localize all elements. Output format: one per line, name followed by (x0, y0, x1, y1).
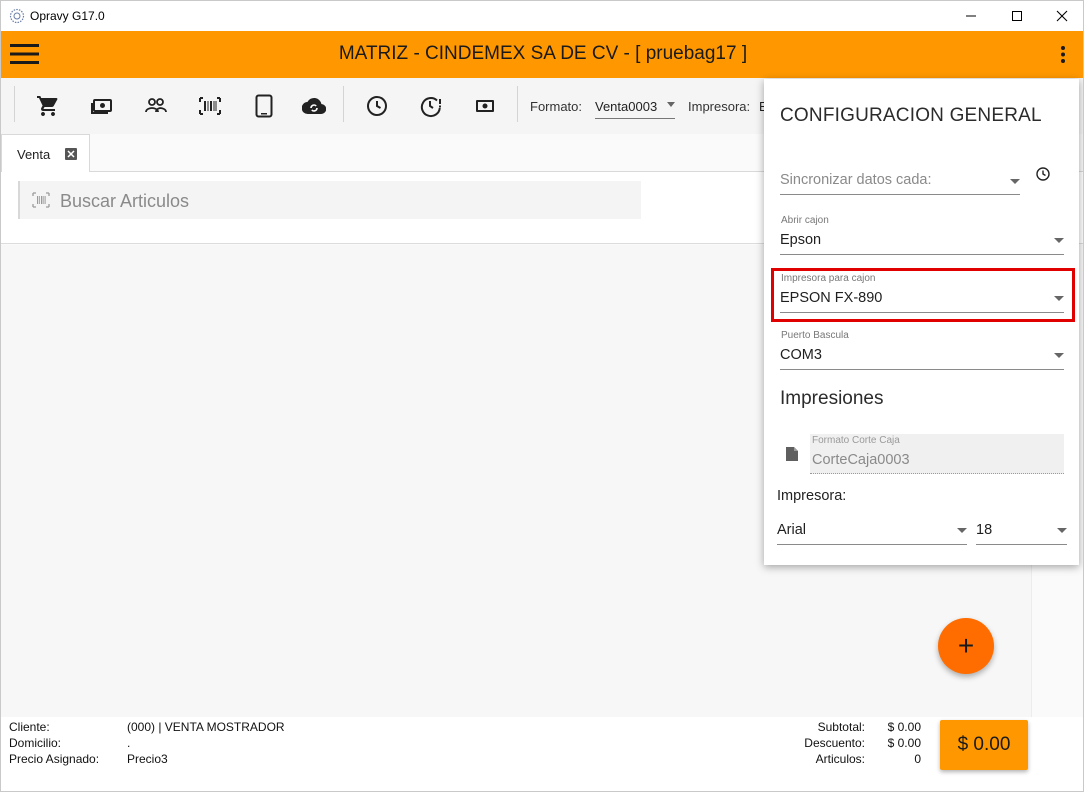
plus-icon: + (957, 630, 975, 661)
toolbar-divider (343, 86, 344, 122)
add-item-button[interactable]: + (938, 618, 994, 674)
document-icon (786, 447, 798, 461)
close-icon (1056, 10, 1068, 22)
maximize-button[interactable] (994, 1, 1040, 31)
chevron-down-icon (957, 528, 967, 533)
cloud-sync-button[interactable] (301, 94, 327, 118)
precio-value: Precio3 (127, 752, 168, 766)
chevron-down-icon (667, 102, 675, 107)
pending-button[interactable] (419, 94, 443, 118)
tab-label: Venta (17, 147, 51, 162)
formato-label: Formato: (530, 99, 583, 114)
money-button[interactable] (473, 94, 497, 118)
search-input[interactable] (60, 190, 620, 212)
search-box[interactable] (18, 181, 641, 219)
cloud-sync-icon (301, 97, 327, 115)
cart-icon (37, 96, 58, 116)
clock-alert-icon (420, 97, 441, 117)
impresora-label: Impresora: (688, 99, 751, 114)
toolbar-divider (517, 86, 518, 122)
barcode-button[interactable] (198, 94, 222, 118)
barcode-icon (199, 97, 221, 115)
close-tab-icon[interactable] (65, 148, 77, 160)
sync-interval-select[interactable]: Sincronizar datos cada: (780, 167, 1020, 195)
maximize-icon (1012, 11, 1022, 21)
chevron-down-icon (1054, 353, 1064, 358)
articulos-label: Articulos: (815, 752, 865, 766)
app-window: Opravy G17.0 MATRIZ - CINDEMEX SA DE CV … (0, 0, 1084, 792)
cash-icon (91, 99, 112, 114)
formato-corte-value: CorteCaja0003 (812, 452, 910, 468)
descuento-value: $ 0.00 (887, 736, 921, 750)
minimize-icon (966, 15, 976, 17)
impresiones-title: Impresiones (780, 388, 884, 409)
cash-register-button[interactable] (90, 94, 114, 118)
clock-icon (367, 96, 387, 116)
impresora-label: Impresora: (777, 488, 847, 504)
history-button[interactable] (365, 94, 389, 118)
font-size-select[interactable]: 18 (976, 519, 1067, 545)
toolbar-divider (14, 86, 15, 122)
font-family-value: Arial (777, 522, 807, 538)
subtotal-label: Subtotal: (817, 720, 865, 734)
tablet-button[interactable] (252, 94, 276, 118)
abrir-cajon-value: Epson (780, 232, 822, 248)
articulos-value: 0 (914, 752, 921, 766)
subtotal-value: $ 0.00 (887, 720, 921, 734)
window-title: Opravy G17.0 (30, 9, 105, 23)
puerto-bascula-select[interactable]: Puerto Bascula COM3 (780, 330, 1064, 370)
minimize-button[interactable] (948, 1, 994, 31)
customers-button[interactable] (144, 94, 168, 118)
clock-icon[interactable] (1035, 166, 1051, 182)
more-vert-icon[interactable] (1054, 43, 1072, 67)
app-logo-icon (9, 8, 25, 24)
font-family-select[interactable]: Arial (777, 519, 967, 545)
chevron-down-icon (1057, 528, 1067, 533)
chevron-down-icon (1054, 238, 1064, 243)
cliente-label: Cliente: (9, 720, 50, 734)
formato-value: Venta0003 (595, 99, 658, 114)
domicilio-label: Domicilio: (9, 736, 62, 750)
close-button[interactable] (1039, 1, 1083, 31)
formato-select[interactable]: Venta0003 (595, 97, 675, 119)
app-bar: MATRIZ - CINDEMEX SA DE CV - [ pruebag17… (1, 31, 1083, 78)
puerto-bascula-label: Puerto Bascula (781, 330, 849, 341)
domicilio-value: . (127, 736, 131, 750)
chevron-down-icon (1010, 179, 1020, 184)
formato-corte-label: Formato Corte Caja (812, 435, 900, 446)
cart-button[interactable] (36, 94, 60, 118)
tablet-icon (255, 94, 273, 118)
sale-footer: Cliente: (000) | VENTA MOSTRADOR Domicil… (1, 717, 1083, 791)
title-bar: Opravy G17.0 (1, 1, 1083, 31)
money-icon (476, 100, 494, 112)
people-icon (145, 98, 167, 113)
descuento-label: Descuento: (804, 736, 865, 750)
formato-corte-field: Formato Corte Caja CorteCaja0003 (810, 434, 1064, 474)
cliente-value: (000) | VENTA MOSTRADOR (127, 720, 285, 734)
panel-title: CONFIGURACION GENERAL (780, 105, 1042, 126)
pay-total-button[interactable]: $ 0.00 (940, 720, 1028, 770)
barcode-scan-icon (32, 192, 50, 208)
highlight-box (771, 268, 1075, 322)
puerto-bascula-value: COM3 (780, 347, 822, 363)
app-title: MATRIZ - CINDEMEX SA DE CV - [ pruebag17… (338, 43, 748, 64)
config-panel: CONFIGURACION GENERAL Sincronizar datos … (764, 79, 1079, 565)
tab-venta[interactable]: Venta (1, 134, 90, 173)
font-size-value: 18 (976, 522, 993, 538)
abrir-cajon-select[interactable]: Abrir cajon Epson (780, 215, 1064, 255)
sync-placeholder: Sincronizar datos cada: (780, 172, 932, 188)
precio-label: Precio Asignado: (9, 752, 100, 766)
abrir-cajon-label: Abrir cajon (781, 215, 829, 226)
